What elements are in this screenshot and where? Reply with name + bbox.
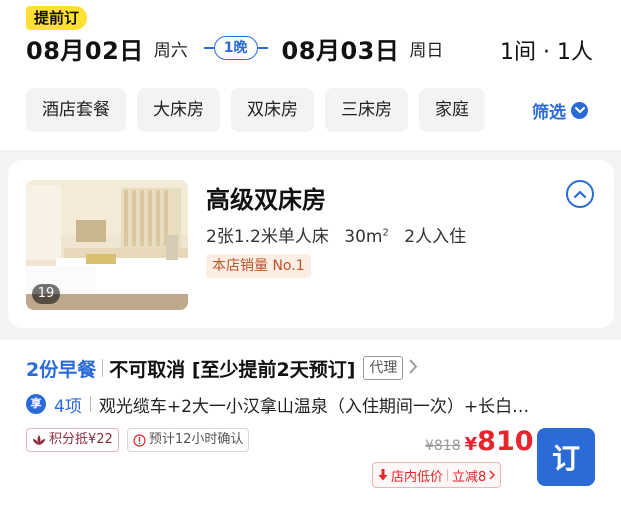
filter-chip-triple-bed[interactable]: 三床房 bbox=[325, 88, 408, 132]
rate-plan-summary[interactable]: 2份早餐 不可取消 [至少提前2天预订] 代理 bbox=[26, 354, 418, 382]
package-items-divider bbox=[89, 396, 91, 412]
filter-chip-family[interactable]: 家庭 bbox=[419, 88, 485, 132]
package-items[interactable]: 享 4项 观光缆车+2大一小汉拿山温泉（入住期间一次）+长白… bbox=[26, 392, 585, 417]
room-guest-info: 2人入住 bbox=[404, 227, 467, 247]
price-currency-symbol: ¥ bbox=[464, 434, 478, 455]
room-photo[interactable]: 19 bbox=[26, 180, 188, 310]
photo-count-badge: 19 bbox=[32, 284, 60, 304]
package-items-text: 观光缆车+2大一小汉拿山温泉（入住期间一次）+长白… bbox=[98, 396, 530, 417]
points-tag-label: 积分抵¥22 bbox=[49, 432, 113, 447]
low-price-label: 店内低价 bbox=[391, 469, 444, 485]
price-value: 810 bbox=[477, 426, 534, 457]
breakfast-label: 2份早餐 bbox=[26, 358, 97, 381]
price-box: ¥818 ¥810 bbox=[425, 426, 534, 460]
cancel-policy: 不可取消 [至少提前2天预订] bbox=[109, 358, 356, 381]
room-card[interactable]: 19 高级双床房 2张1.2米单人床 30m2 2人入住 本店销量 No.1 bbox=[8, 160, 614, 328]
nights-count: 1晚 bbox=[213, 36, 258, 60]
room-area-value: 30m bbox=[344, 227, 383, 247]
checkout-date[interactable]: 08月03日 bbox=[282, 31, 400, 66]
confirm-time-label: 预计12小时确认 bbox=[148, 432, 244, 447]
current-price: ¥810 bbox=[465, 426, 534, 457]
nights-line-right bbox=[257, 47, 268, 49]
room-bed-info: 2张1.2米单人床 bbox=[206, 227, 329, 247]
lotus-icon bbox=[32, 434, 46, 446]
nights-indicator: 1晚 bbox=[203, 36, 268, 60]
sales-rank-badge: 本店销量 No.1 bbox=[206, 254, 311, 278]
date-selector[interactable]: 08月02日 周六 1晚 08月03日 周日 bbox=[26, 31, 444, 66]
filter-chip-king-bed[interactable]: 大床房 bbox=[137, 88, 220, 132]
chevron-up-circle-icon[interactable] bbox=[566, 180, 594, 208]
chevron-right-icon[interactable] bbox=[409, 359, 418, 378]
room-type-filters: 酒店套餐 大床房 双床房 三床房 家庭 bbox=[26, 88, 485, 132]
low-price-discount-tag[interactable]: 店内低价 立减8 bbox=[372, 462, 502, 488]
enjoy-icon: 享 bbox=[26, 394, 46, 414]
room-area: 30m2 bbox=[344, 227, 389, 247]
checkin-weekday: 周六 bbox=[153, 40, 188, 61]
early-booking-tag: 提前订 bbox=[26, 6, 88, 30]
confirm-time-tag: 预计12小时确认 bbox=[126, 428, 250, 452]
exclamation-circle-icon bbox=[133, 433, 146, 447]
filter-button[interactable]: 筛选 bbox=[532, 97, 588, 123]
filter-button-label: 筛选 bbox=[532, 102, 566, 123]
nights-line-left bbox=[203, 47, 214, 49]
checkout-weekday: 周日 bbox=[409, 40, 444, 61]
book-button[interactable]: 订 bbox=[537, 428, 595, 486]
discount-divider bbox=[447, 469, 449, 481]
filter-chip-twin-bed[interactable]: 双床房 bbox=[231, 88, 314, 132]
original-price: ¥818 bbox=[425, 438, 461, 454]
discount-label: 立减8 bbox=[452, 469, 487, 485]
chevron-down-icon bbox=[571, 101, 588, 119]
room-info: 2张1.2米单人床 30m2 2人入住 bbox=[206, 222, 466, 247]
rooms-guests-selector[interactable]: 1间 · 1人 bbox=[500, 34, 593, 66]
checkin-date[interactable]: 08月02日 bbox=[26, 31, 144, 66]
arrow-down-icon bbox=[378, 469, 388, 481]
filter-chip-package[interactable]: 酒店套餐 bbox=[26, 88, 126, 132]
chevron-right-icon bbox=[489, 470, 496, 480]
room-area-unit: 2 bbox=[382, 227, 389, 239]
room-title: 高级双床房 bbox=[206, 186, 326, 214]
agent-tag: 代理 bbox=[363, 356, 404, 380]
package-items-count: 4项 bbox=[54, 396, 82, 417]
header-panel: 提前订 08月02日 周六 1晚 08月03日 周日 1间 · 1人 酒店套餐 … bbox=[0, 0, 621, 150]
summary-divider bbox=[102, 359, 104, 377]
rate-tags: 积分抵¥22 预计12小时确认 bbox=[26, 428, 250, 452]
points-tag: 积分抵¥22 bbox=[26, 428, 119, 452]
rate-plan-row[interactable]: 2份早餐 不可取消 [至少提前2天预订] 代理 享 4项 观光缆车+2大一小汉拿… bbox=[0, 340, 621, 519]
